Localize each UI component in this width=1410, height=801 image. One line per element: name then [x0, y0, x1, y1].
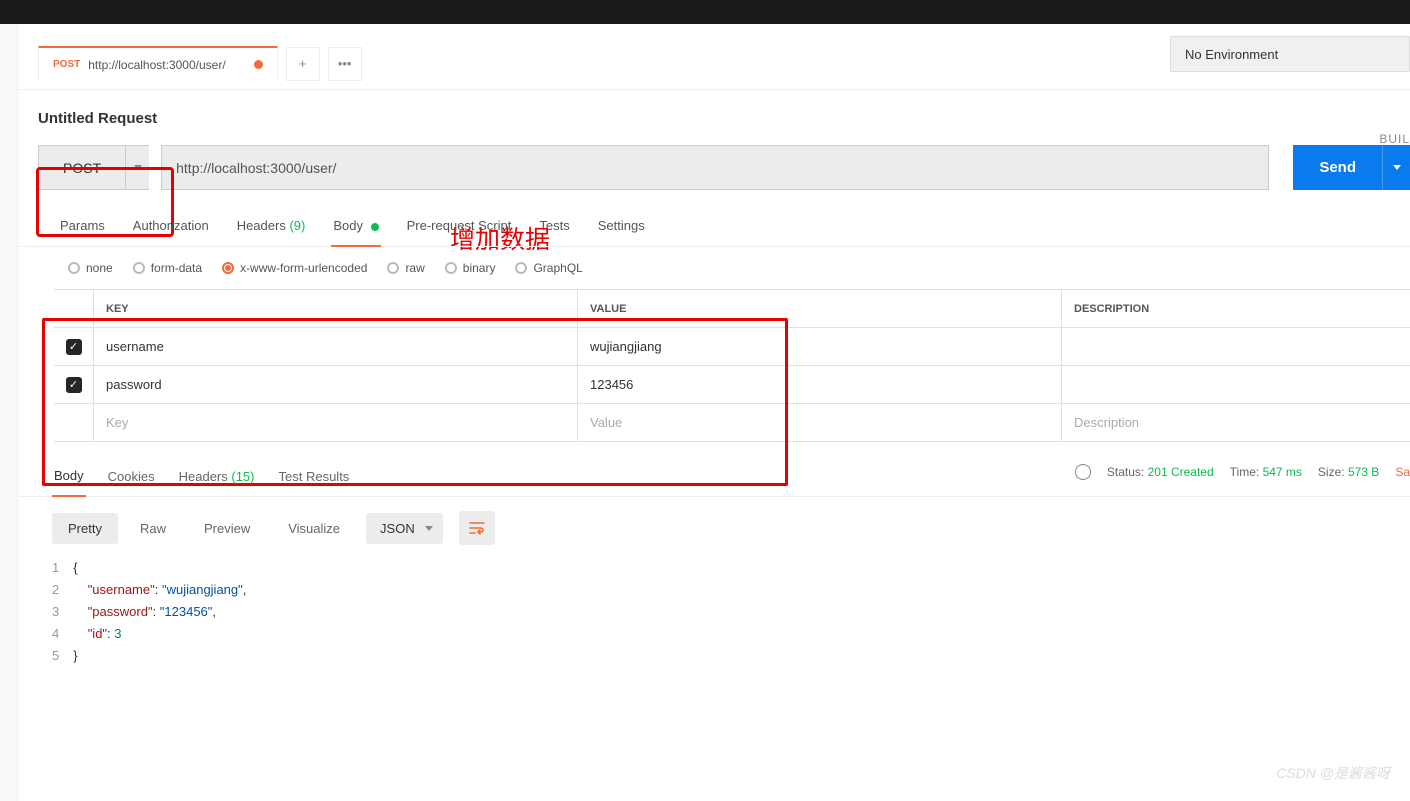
bodytype-formdata[interactable]: form-data	[133, 261, 202, 275]
resp-tab-cookies[interactable]: Cookies	[106, 469, 157, 496]
environment-label: No Environment	[1185, 47, 1278, 62]
tab-settings[interactable]: Settings	[596, 218, 647, 246]
tab-method: POST	[53, 59, 80, 70]
method-value: POST	[39, 146, 125, 189]
environment-select[interactable]: No Environment	[1170, 36, 1410, 72]
header-key: KEY	[94, 290, 578, 327]
placeholder-value[interactable]: Value	[578, 404, 1062, 441]
resp-tab-tests[interactable]: Test Results	[277, 469, 352, 496]
app-topbar	[0, 0, 1410, 24]
globe-icon[interactable]	[1075, 464, 1091, 480]
tab-prerequest[interactable]: Pre-request Script	[405, 218, 514, 246]
left-strip	[0, 24, 18, 801]
checkbox-icon[interactable]: ✓	[66, 339, 82, 355]
wrap-lines-button[interactable]	[459, 511, 495, 545]
chevron-down-icon	[425, 526, 433, 531]
watermark: CSDN @是酱酱呀	[1276, 763, 1390, 783]
tab-tests[interactable]: Tests	[537, 218, 571, 246]
placeholder-key[interactable]: Key	[94, 404, 578, 441]
view-pretty[interactable]: Pretty	[52, 513, 118, 544]
request-title: Untitled Request	[18, 90, 1410, 127]
checkbox-icon[interactable]: ✓	[66, 377, 82, 393]
resp-tab-body[interactable]: Body	[52, 468, 86, 497]
cell-desc[interactable]	[1062, 366, 1410, 403]
table-header: KEY VALUE DESCRIPTION	[54, 290, 1410, 328]
chevron-down-icon	[125, 146, 149, 189]
size-value: 573 B	[1348, 465, 1379, 479]
cell-desc[interactable]	[1062, 328, 1410, 365]
view-visualize[interactable]: Visualize	[272, 513, 356, 544]
url-input[interactable]: http://localhost:3000/user/	[161, 145, 1269, 190]
cell-key[interactable]: username	[94, 328, 578, 365]
cell-value[interactable]: wujiangjiang	[578, 328, 1062, 365]
status-value: 201 Created	[1148, 465, 1214, 479]
bodytype-graphql[interactable]: GraphQL	[515, 261, 582, 275]
cell-key[interactable]: password	[94, 366, 578, 403]
new-tab-button[interactable]: +	[286, 47, 320, 81]
view-preview[interactable]: Preview	[188, 513, 266, 544]
header-desc: DESCRIPTION	[1062, 290, 1410, 327]
bodytype-urlencoded[interactable]: x-www-form-urlencoded	[222, 261, 367, 275]
tab-headers[interactable]: Headers (9)	[235, 218, 308, 246]
time-value: 547 ms	[1263, 465, 1302, 479]
request-tab[interactable]: POST http://localhost:3000/user/	[38, 46, 278, 82]
resp-tab-headers[interactable]: Headers (15)	[177, 469, 257, 496]
method-select[interactable]: POST	[38, 145, 149, 190]
view-raw[interactable]: Raw	[124, 513, 182, 544]
bodytype-binary[interactable]: binary	[445, 261, 496, 275]
tab-params[interactable]: Params	[58, 218, 107, 246]
send-button[interactable]: Send	[1293, 145, 1410, 190]
table-row[interactable]: ✓ username wujiangjiang	[54, 328, 1410, 366]
format-select[interactable]: JSON	[366, 513, 443, 544]
active-dot-icon	[371, 223, 379, 231]
placeholder-desc[interactable]: Description	[1062, 404, 1410, 441]
line-numbers: 12345	[52, 557, 73, 667]
tab-options-button[interactable]: •••	[328, 47, 362, 81]
header-value: VALUE	[578, 290, 1062, 327]
bodytype-raw[interactable]: raw	[387, 261, 424, 275]
kv-table: KEY VALUE DESCRIPTION ✓ username wujiang…	[54, 289, 1410, 442]
bodytype-none[interactable]: none	[68, 261, 113, 275]
tab-authorization[interactable]: Authorization	[131, 218, 211, 246]
response-body[interactable]: 12345 { "username": "wujiangjiang", "pas…	[18, 545, 1410, 667]
unsaved-dot-icon	[254, 60, 263, 69]
tab-url: http://localhost:3000/user/	[88, 58, 225, 72]
tab-body[interactable]: Body	[331, 218, 380, 247]
send-label: Send	[1293, 159, 1382, 176]
chevron-down-icon[interactable]	[1382, 145, 1410, 190]
cell-value[interactable]: 123456	[578, 366, 1062, 403]
table-row-empty[interactable]: Key Value Description	[54, 404, 1410, 442]
save-response-button[interactable]: Sa	[1395, 465, 1410, 479]
table-row[interactable]: ✓ password 123456	[54, 366, 1410, 404]
